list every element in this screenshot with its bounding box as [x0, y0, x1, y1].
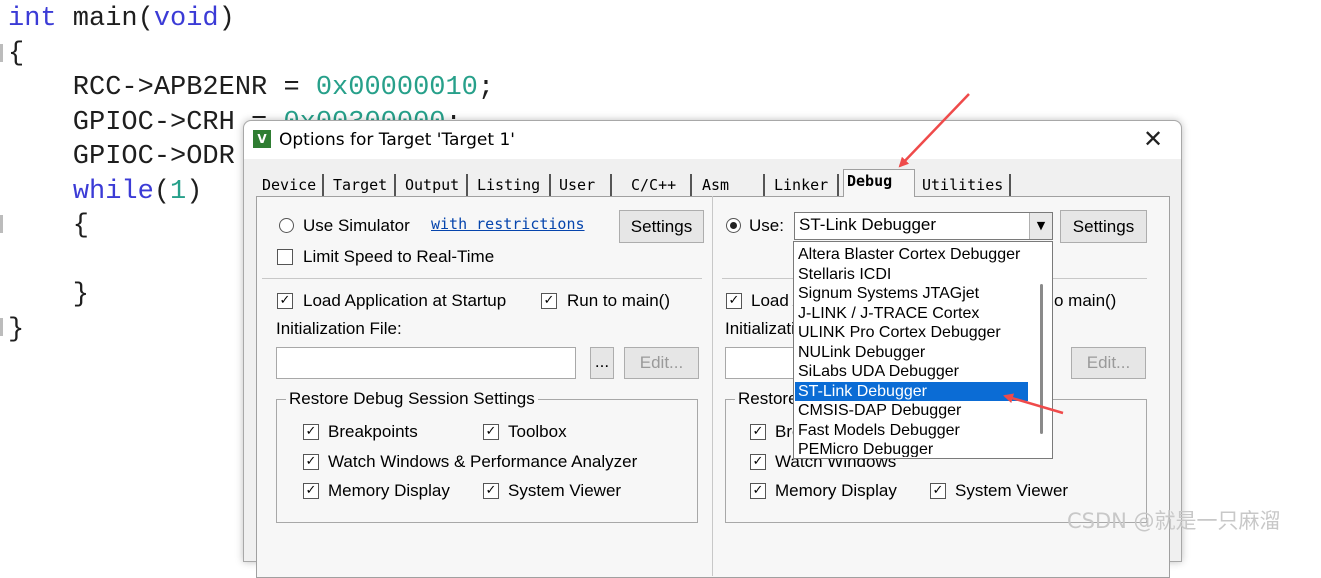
code-line: } [8, 313, 24, 347]
toolbox-label: Toolbox [508, 422, 567, 441]
tab-target[interactable]: Target [330, 174, 396, 196]
memory-display-label: Memory Display [328, 481, 450, 500]
debugger-option[interactable]: Stellaris ICDI [795, 265, 1028, 285]
code-text: RCC->APB2ENR = [8, 73, 316, 103]
tab-c-cpp[interactable]: C/C++ [628, 174, 692, 196]
init-file-input[interactable] [276, 347, 576, 379]
run-to-main-checkbox[interactable]: ✓ [541, 293, 557, 309]
right-watch-windows-checkbox[interactable]: ✓ [750, 454, 766, 470]
right-system-viewer-label: System Viewer [955, 481, 1069, 500]
simulator-settings-button[interactable]: Settings [619, 210, 704, 243]
watermark: CSDN @就是一只麻溜 [1067, 509, 1281, 533]
run-to-main-label: Run to main() [567, 291, 670, 310]
debugger-option[interactable]: ULINK Pro Cortex Debugger [795, 323, 1028, 343]
debugger-option[interactable]: Fast Models Debugger [795, 421, 1028, 441]
right-memory-display-label: Memory Display [775, 481, 897, 500]
use-simulator-label: Use Simulator [303, 216, 410, 235]
tab-asm[interactable]: Asm [699, 174, 765, 196]
restore-settings-title: Restore Debug Session Settings [286, 389, 538, 409]
right-memory-display-checkbox[interactable]: ✓ [750, 483, 766, 499]
code-text: main( [56, 4, 154, 34]
code-line: { [8, 209, 89, 243]
code-text: ; [477, 73, 495, 103]
system-viewer-checkbox[interactable]: ✓ [483, 483, 499, 499]
code-number: 0x00000010 [315, 73, 478, 103]
left-separator [262, 278, 702, 279]
use-simulator-radio[interactable] [279, 218, 294, 233]
debugger-option[interactable]: Signum Systems JTAGjet [795, 284, 1028, 304]
code-line: int main(void) [8, 2, 235, 36]
system-viewer-label: System Viewer [508, 481, 622, 500]
keil-app-icon: V [253, 130, 271, 148]
code-number: 1 [170, 176, 187, 207]
breakpoints-label: Breakpoints [328, 422, 418, 441]
watch-windows-label: Watch Windows & Performance Analyzer [328, 452, 638, 471]
debugger-select-value: ST-Link Debugger [799, 215, 937, 234]
limit-speed-label: Limit Speed to Real-Time [303, 247, 495, 266]
debugger-option[interactable]: Altera Blaster Cortex Debugger [795, 245, 1028, 265]
code-text: } [8, 280, 90, 310]
code-keyword: void [153, 4, 219, 34]
tab-output[interactable]: Output [402, 174, 468, 196]
debugger-option[interactable]: CMSIS-DAP Debugger [795, 401, 1028, 421]
code-text: ( [153, 176, 171, 207]
tab-listing[interactable]: Listing [474, 174, 551, 196]
code-line: } [8, 278, 89, 312]
code-text: } [8, 314, 25, 345]
dialog-titlebar[interactable]: V Options for Target 'Target 1' ✕ [244, 121, 1181, 159]
fold-marker [0, 215, 3, 233]
memory-display-checkbox[interactable]: ✓ [303, 483, 319, 499]
init-file-label: Initialization File: [276, 319, 402, 338]
code-line: { [8, 37, 24, 71]
browse-init-file-button[interactable]: ... [590, 347, 614, 379]
use-debugger-label: Use: [749, 216, 784, 235]
use-debugger-radio[interactable] [726, 218, 741, 233]
debugger-option[interactable]: J-LINK / J-TRACE Cortex [795, 304, 1028, 324]
tab-linker[interactable]: Linker [771, 174, 839, 196]
dialog-title: Options for Target 'Target 1' [279, 130, 515, 150]
load-app-label: Load Application at Startup [303, 291, 507, 310]
breakpoints-checkbox[interactable]: ✓ [303, 424, 319, 440]
right-load-app-checkbox[interactable]: ✓ [726, 293, 742, 309]
right-restore-settings-title: Restore [735, 389, 801, 409]
close-icon[interactable]: ✕ [1139, 125, 1167, 153]
tab-utilities[interactable]: Utilities [919, 174, 1011, 196]
limit-speed-checkbox[interactable] [277, 249, 293, 265]
code-text: { [8, 38, 25, 69]
dropdown-scrollbar[interactable] [1040, 284, 1043, 434]
fold-marker [0, 44, 3, 62]
code-line: while(1) [8, 175, 203, 209]
code-text: { [8, 211, 90, 241]
right-run-to-main-label: o main() [1054, 291, 1117, 310]
tab-user[interactable]: User [556, 174, 612, 196]
tab-debug[interactable]: Debug [843, 169, 915, 197]
right-breakpoints-checkbox[interactable]: ✓ [750, 424, 766, 440]
right-edit-init-file-button: Edit... [1071, 347, 1146, 379]
code-line: RCC->APB2ENR = 0x00000010; [8, 71, 494, 105]
code-keyword: while [72, 176, 154, 207]
edit-init-file-button: Edit... [624, 347, 699, 379]
pane-divider [712, 196, 713, 576]
with-restrictions-link[interactable]: with restrictions [431, 215, 585, 233]
code-keyword: int [8, 4, 57, 34]
debugger-option[interactable]: SiLabs UDA Debugger [795, 362, 1028, 382]
right-system-viewer-checkbox[interactable]: ✓ [930, 483, 946, 499]
toolbox-checkbox[interactable]: ✓ [483, 424, 499, 440]
chevron-down-icon[interactable]: ▼ [1029, 213, 1052, 239]
debugger-option-selected[interactable]: ST-Link Debugger [795, 381, 1028, 401]
debugger-select[interactable]: ST-Link Debugger ▼ [794, 212, 1053, 240]
fold-marker [0, 318, 3, 336]
debugger-dropdown-list[interactable]: Altera Blaster Cortex Debugger Stellaris… [793, 241, 1053, 459]
debugger-option[interactable]: PEMicro Debugger [795, 440, 1028, 457]
debugger-settings-button[interactable]: Settings [1060, 210, 1147, 243]
watch-windows-checkbox[interactable]: ✓ [303, 454, 319, 470]
debugger-option[interactable]: NULink Debugger [795, 343, 1028, 363]
tab-device[interactable]: Device [259, 174, 324, 196]
load-app-checkbox[interactable]: ✓ [277, 293, 293, 309]
code-text: ) [186, 176, 203, 207]
code-text: ) [218, 4, 235, 34]
